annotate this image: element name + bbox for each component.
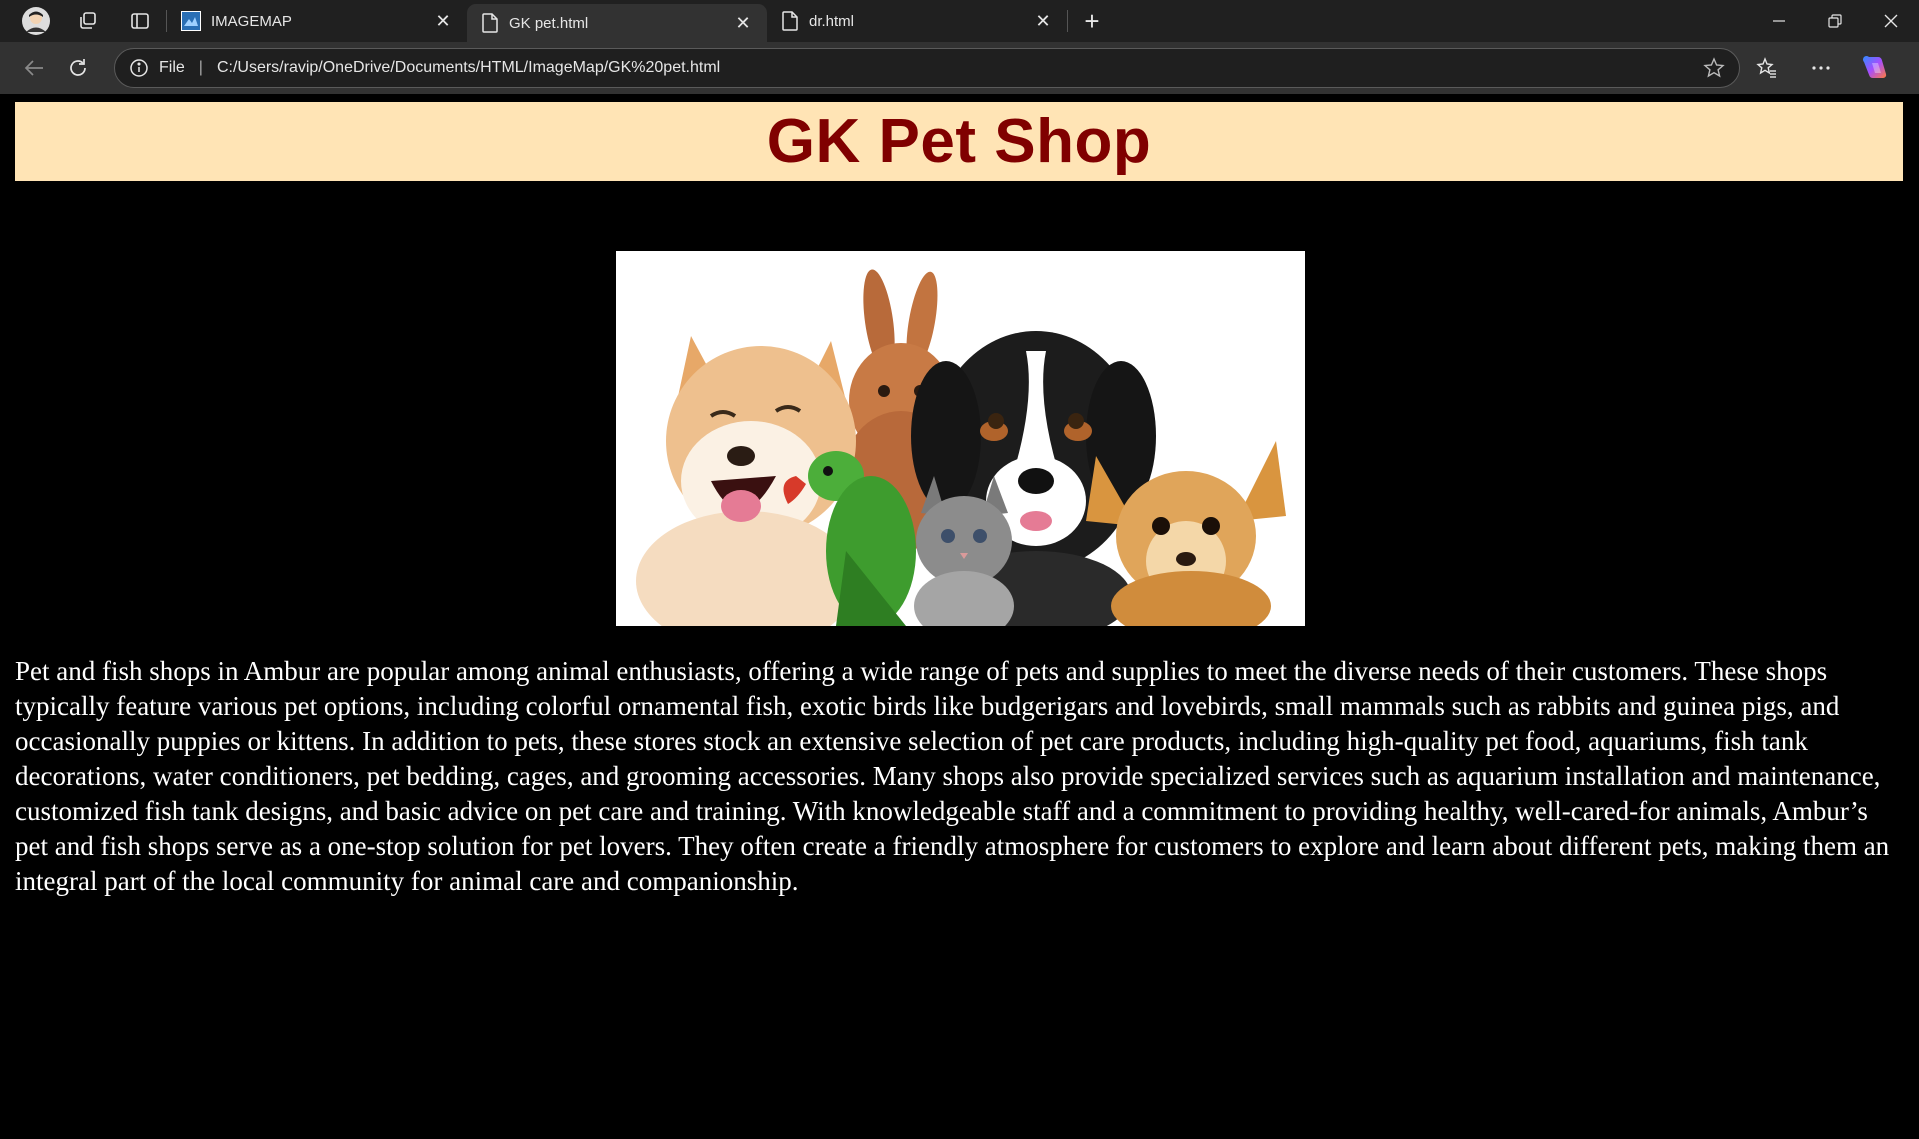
page-viewport: GK Pet Shop Pet and fish shops in Ambur … [7,94,1909,1139]
address-scheme-label[interactable]: File [159,59,185,77]
file-icon [782,11,798,31]
restore-icon[interactable] [1807,0,1863,42]
back-arrow-icon [24,60,43,76]
close-window-icon[interactable] [1863,0,1919,42]
favorite-star-icon[interactable] [1703,57,1725,79]
page-header: GK Pet Shop [15,102,1903,181]
close-tab-icon[interactable]: ✕ [433,11,453,31]
close-tab-icon[interactable]: ✕ [1033,11,1053,31]
tab-imagemap[interactable]: IMAGEMAP ✕ [167,0,467,42]
imagemap-favicon-icon [181,11,201,31]
browser-toolbar: File | C:/Users/ravip/OneDrive/Documents… [0,42,1919,94]
refresh-button[interactable] [56,46,100,90]
address-bar[interactable]: File | C:/Users/ravip/OneDrive/Documents… [114,48,1740,88]
tab-gk-pet[interactable]: GK pet.html ✕ [467,4,767,42]
address-url[interactable]: C:/Users/ravip/OneDrive/Documents/HTML/I… [217,59,1703,77]
close-tab-icon[interactable]: ✕ [733,13,753,33]
pets-hero-image[interactable] [616,251,1305,626]
browser-titlebar: IMAGEMAP ✕ GK pet.html ✕ dr.html ✕ + [0,0,1919,42]
settings-more-button[interactable] [1794,46,1848,90]
window-controls [1751,0,1919,42]
pets-group-illustration [616,251,1305,626]
refresh-icon [70,59,86,76]
back-button[interactable] [12,46,56,90]
tab-dr[interactable]: dr.html ✕ [767,0,1067,42]
titlebar-left: IMAGEMAP ✕ GK pet.html ✕ dr.html ✕ + [0,0,1116,42]
more-dots-icon [1812,66,1830,70]
address-separator: | [198,59,203,76]
shop-description: Pet and fish shops in Ambur are popular … [15,656,1890,896]
tab-label: IMAGEMAP [211,12,292,30]
info-icon[interactable] [129,58,149,78]
copilot-icon [1862,55,1887,79]
tab-label: GK pet.html [509,14,589,32]
profile-avatar-icon[interactable] [10,0,62,42]
copilot-button[interactable] [1848,46,1902,90]
kitten-figure [914,476,1014,626]
favorites-icon [1756,57,1776,78]
tab-label: dr.html [809,12,855,30]
minimize-icon[interactable] [1751,0,1807,42]
favorites-button[interactable] [1740,46,1794,90]
workspaces-icon[interactable] [62,0,114,42]
file-icon [482,13,498,33]
tab-actions-icon[interactable] [114,0,166,42]
page-title: GK Pet Shop [766,107,1152,176]
new-tab-button[interactable]: + [1068,0,1116,42]
